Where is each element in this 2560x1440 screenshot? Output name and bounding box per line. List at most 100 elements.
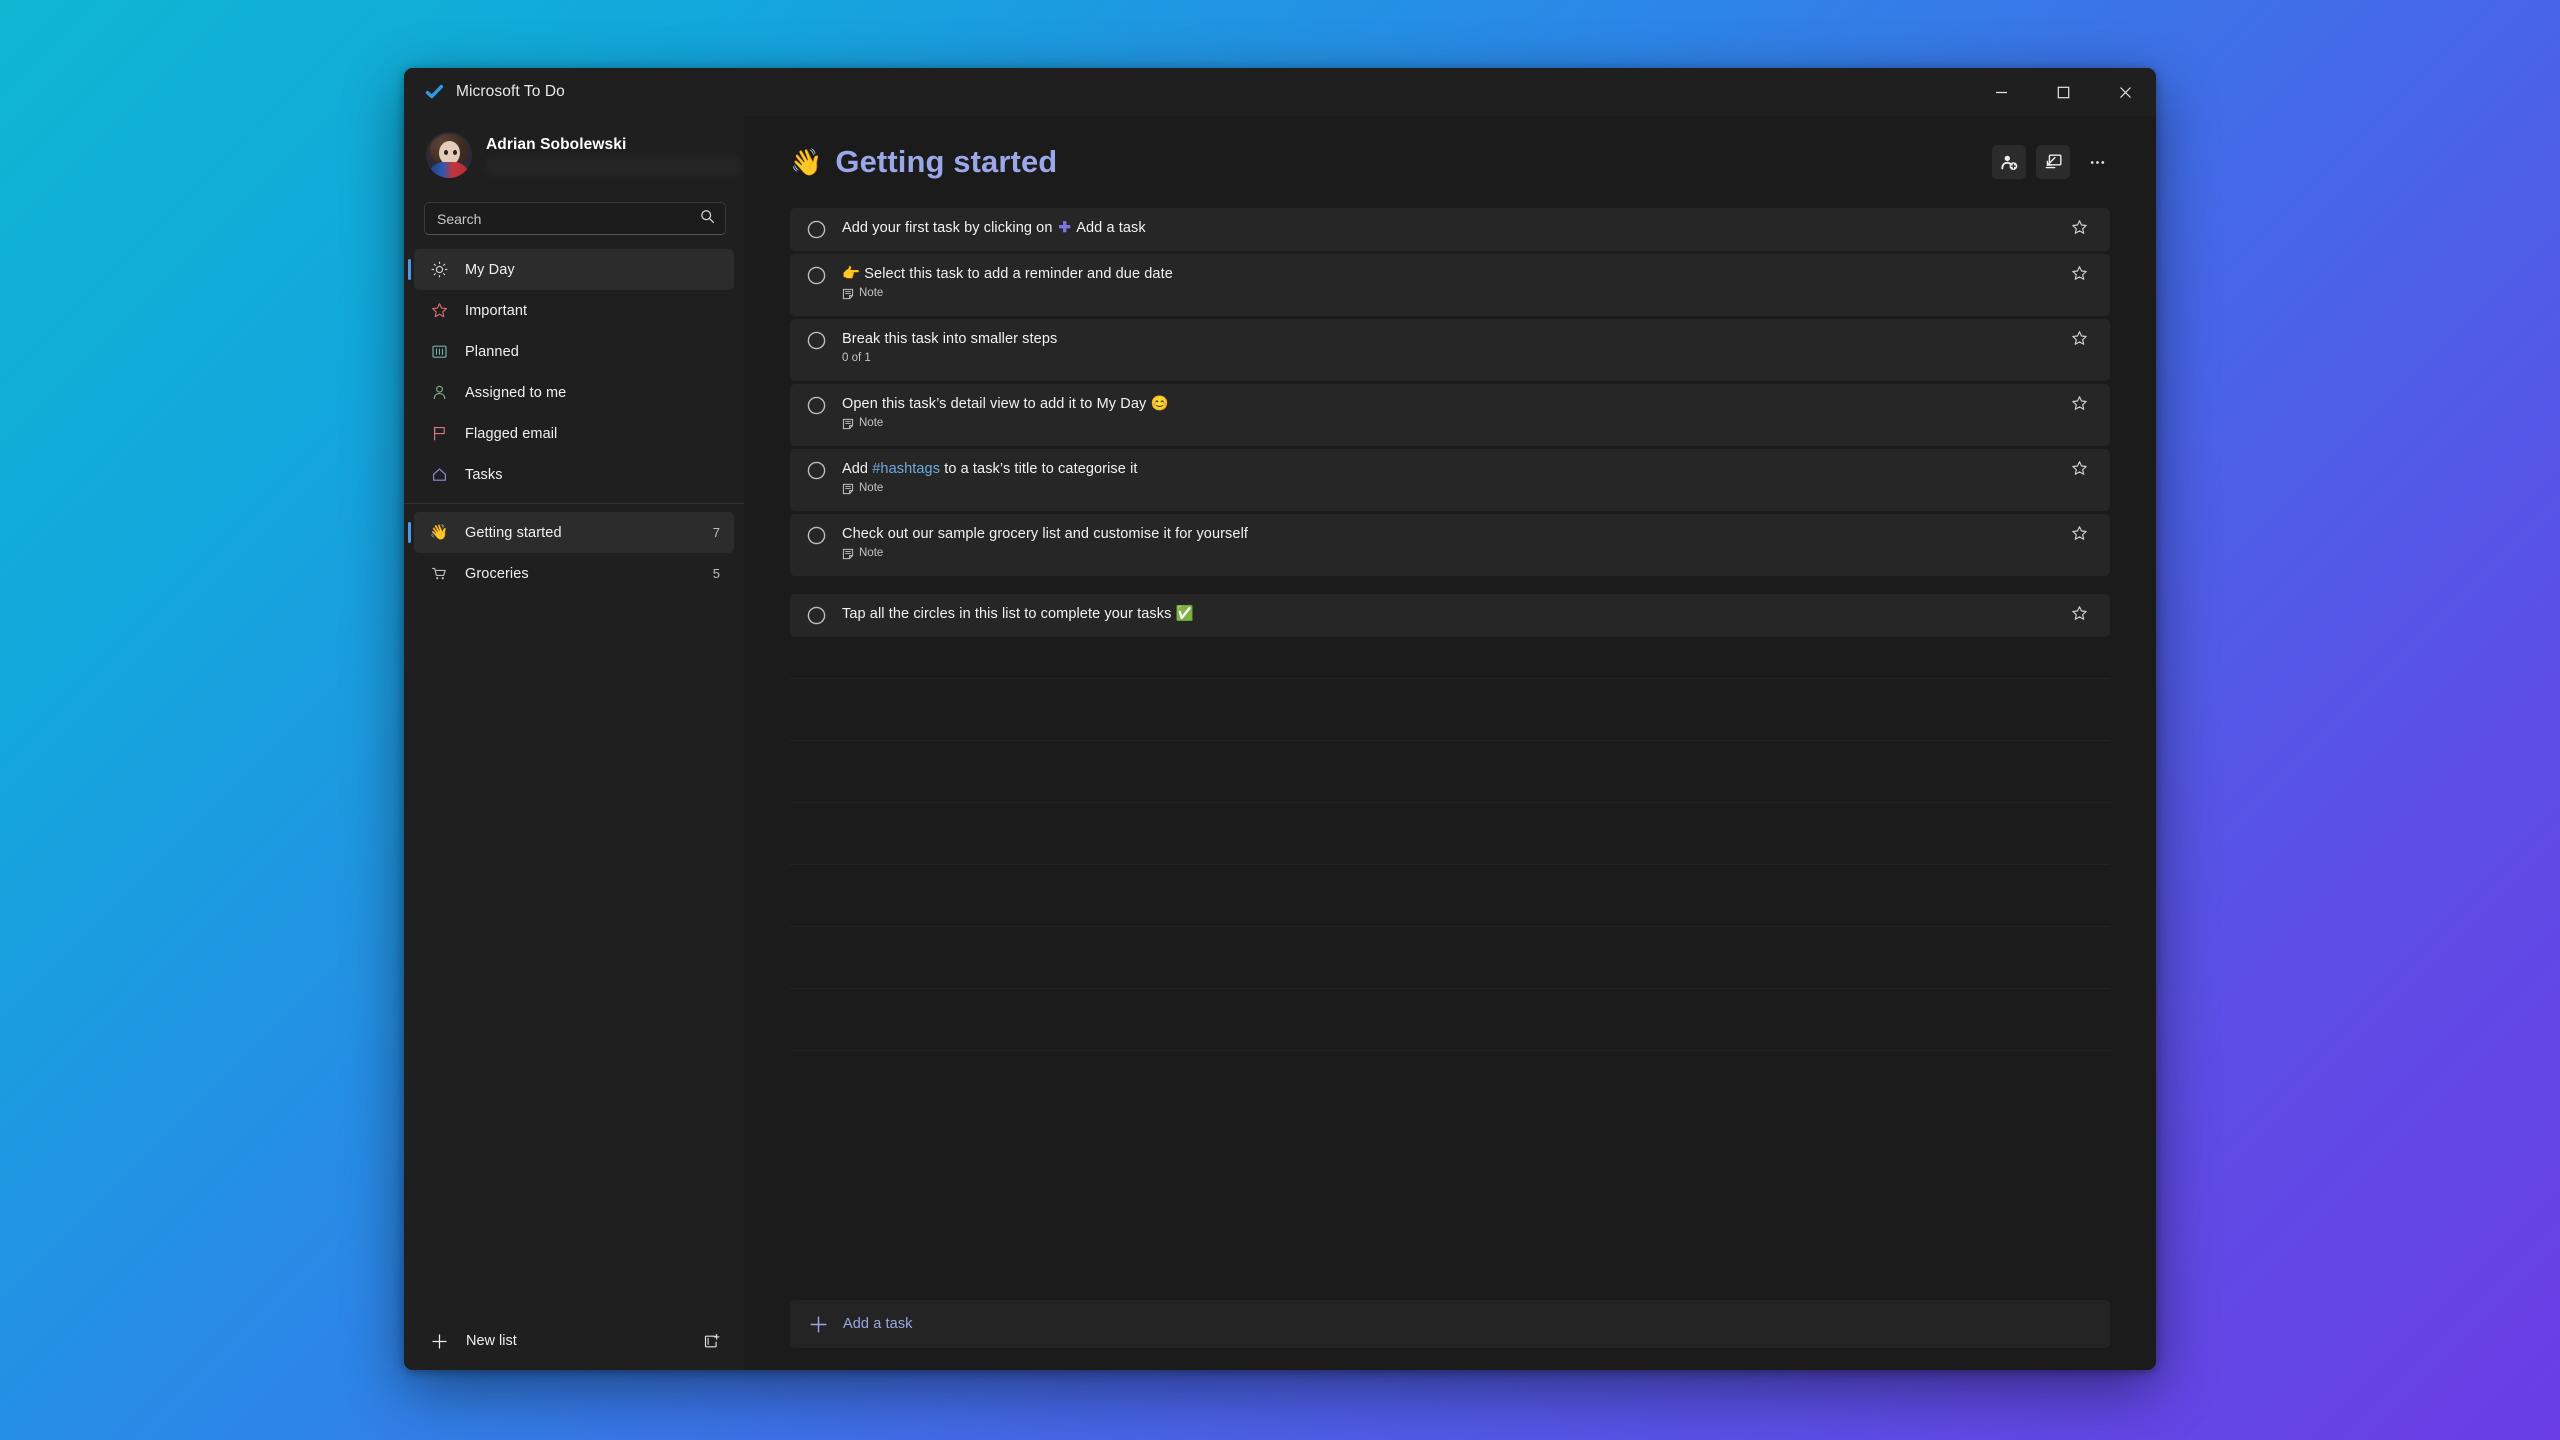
sidebar-item-label: Planned (465, 343, 519, 360)
task-body: Tap all the circles in this list to comp… (842, 594, 2064, 624)
account-email-redacted (486, 158, 741, 175)
task-meta-label: Note (859, 287, 884, 299)
sidebar-item-count: 7 (712, 525, 720, 540)
task-hashtag: #hashtags (872, 461, 941, 477)
task-complete-circle-icon[interactable] (790, 594, 842, 625)
sidebar-footer: New list (404, 1312, 744, 1370)
task-meta: Note (842, 546, 2064, 561)
sidebar-item-tasks[interactable]: Tasks (414, 454, 734, 495)
task-body: Add your first task by clicking on ✚ Add… (842, 208, 2064, 238)
task-body: Break this task into smaller steps 0 of 1 (842, 319, 2064, 366)
task-complete-circle-icon[interactable] (790, 208, 842, 239)
new-group-button[interactable] (696, 1333, 726, 1350)
task-complete-circle-icon[interactable] (790, 384, 842, 415)
task-meta-label: 0 of 1 (842, 352, 871, 364)
main-panel: 👋 Getting started Add your first task by… (744, 116, 2156, 1370)
task-title-text: Check out our sample grocery list and cu… (842, 526, 1249, 542)
task-row[interactable]: Tap all the circles in this list to comp… (790, 594, 2110, 637)
new-list-label: New list (466, 1333, 517, 1349)
list-rule-line (790, 802, 2110, 803)
task-complete-circle-icon[interactable] (790, 514, 842, 545)
sidebar-item-flagged-email[interactable]: Flagged email (414, 413, 734, 454)
sidebar-item-my-day[interactable]: My Day (408, 249, 734, 290)
task-title-text: Break this task into smaller steps (842, 331, 1058, 347)
add-task-button[interactable]: Add a task (790, 1300, 2110, 1348)
task-body: Check out our sample grocery list and cu… (842, 514, 2064, 561)
task-title-text: 👉 Select this task to add a reminder and… (842, 266, 1173, 282)
waving-hand-emoji-icon: 👋 (429, 524, 449, 541)
task-complete-circle-icon[interactable] (790, 319, 842, 350)
search-box[interactable] (424, 202, 726, 235)
app-title: Microsoft To Do (456, 83, 565, 100)
task-meta-label: Note (859, 547, 884, 559)
task-meta: Note (842, 481, 2064, 496)
task-row[interactable]: 👉 Select this task to add a reminder and… (790, 254, 2110, 316)
task-title: Add your first task by clicking on ✚ Add… (842, 219, 2064, 238)
note-icon (842, 483, 854, 495)
task-meta: 0 of 1 (842, 351, 2064, 366)
close-button[interactable] (2094, 68, 2156, 116)
task-row[interactable]: Open this task’s detail view to add it t… (790, 384, 2110, 446)
task-title-text: Add (842, 461, 873, 477)
open-suggestions-icon[interactable] (2036, 145, 2070, 179)
flag-icon (428, 425, 450, 442)
task-important-star-icon[interactable] (2064, 449, 2094, 477)
task-title-text: Add your first task by clicking on (842, 220, 1057, 236)
sidebar-item-label: Getting started (465, 524, 562, 541)
minimize-button[interactable] (1970, 68, 2032, 116)
task-important-star-icon[interactable] (2064, 514, 2094, 542)
task-important-star-icon[interactable] (2064, 208, 2094, 236)
sidebar-item-getting-started[interactable]: 👋 Getting started 7 (408, 512, 734, 553)
avatar[interactable] (426, 132, 472, 178)
list-rule-line (790, 1050, 2110, 1051)
task-title: Tap all the circles in this list to comp… (842, 605, 2064, 624)
plus-icon (806, 1315, 830, 1334)
note-icon (842, 418, 854, 430)
account-header[interactable]: Adrian Sobolewski (404, 116, 744, 190)
note-icon (842, 288, 854, 300)
list-rule-line (790, 678, 2110, 679)
sidebar-item-label: My Day (465, 261, 515, 278)
task-body: Open this task’s detail view to add it t… (842, 384, 2064, 431)
new-list-button[interactable]: New list (428, 1333, 696, 1350)
task-row[interactable]: Break this task into smaller steps 0 of 1 (790, 319, 2110, 381)
sidebar-item-important[interactable]: Important (414, 290, 734, 331)
list-rule-line (790, 864, 2110, 865)
task-row[interactable]: Check out our sample grocery list and cu… (790, 514, 2110, 576)
task-body: 👉 Select this task to add a reminder and… (842, 254, 2064, 301)
maximize-button[interactable] (2032, 68, 2094, 116)
task-title: Open this task’s detail view to add it t… (842, 395, 2064, 414)
list-rule-line (790, 740, 2110, 741)
app-window: Microsoft To Do Adrian Sobolewski Search… (404, 68, 2156, 1370)
account-name: Adrian Sobolewski (486, 136, 627, 153)
shopping-cart-icon (428, 565, 450, 582)
task-complete-circle-icon[interactable] (790, 254, 842, 285)
list-header: 👋 Getting started (744, 116, 2156, 208)
task-meta: Note (842, 416, 2064, 431)
sidebar-item-assigned-to-me[interactable]: Assigned to me (414, 372, 734, 413)
share-add-person-icon[interactable] (1992, 145, 2026, 179)
task-title: Check out our sample grocery list and cu… (842, 525, 2064, 544)
sidebar-item-label: Assigned to me (465, 384, 567, 401)
calendar-icon (428, 343, 450, 360)
search-input[interactable] (437, 210, 700, 227)
task-title-text: Tap all the circles in this list to comp… (842, 606, 1194, 622)
search-icon[interactable] (700, 209, 715, 229)
home-icon (428, 466, 450, 483)
task-row[interactable]: Add your first task by clicking on ✚ Add… (790, 208, 2110, 251)
sidebar-item-groceries[interactable]: Groceries 5 (414, 553, 734, 594)
task-important-star-icon[interactable] (2064, 384, 2094, 412)
more-options-icon[interactable] (2080, 145, 2114, 179)
task-complete-circle-icon[interactable] (790, 449, 842, 480)
add-task-label: Add a task (843, 1316, 913, 1332)
task-row[interactable]: Add #hashtags to a task’s title to categ… (790, 449, 2110, 511)
task-title-text: to a task’s title to categorise it (940, 461, 1138, 477)
task-important-star-icon[interactable] (2064, 594, 2094, 622)
sidebar-divider (404, 503, 744, 504)
task-important-star-icon[interactable] (2064, 319, 2094, 347)
title-bar: Microsoft To Do (404, 68, 2156, 116)
plus-icon (428, 1333, 450, 1350)
check-logo-icon (424, 82, 444, 102)
task-important-star-icon[interactable] (2064, 254, 2094, 282)
sidebar-item-planned[interactable]: Planned (414, 331, 734, 372)
